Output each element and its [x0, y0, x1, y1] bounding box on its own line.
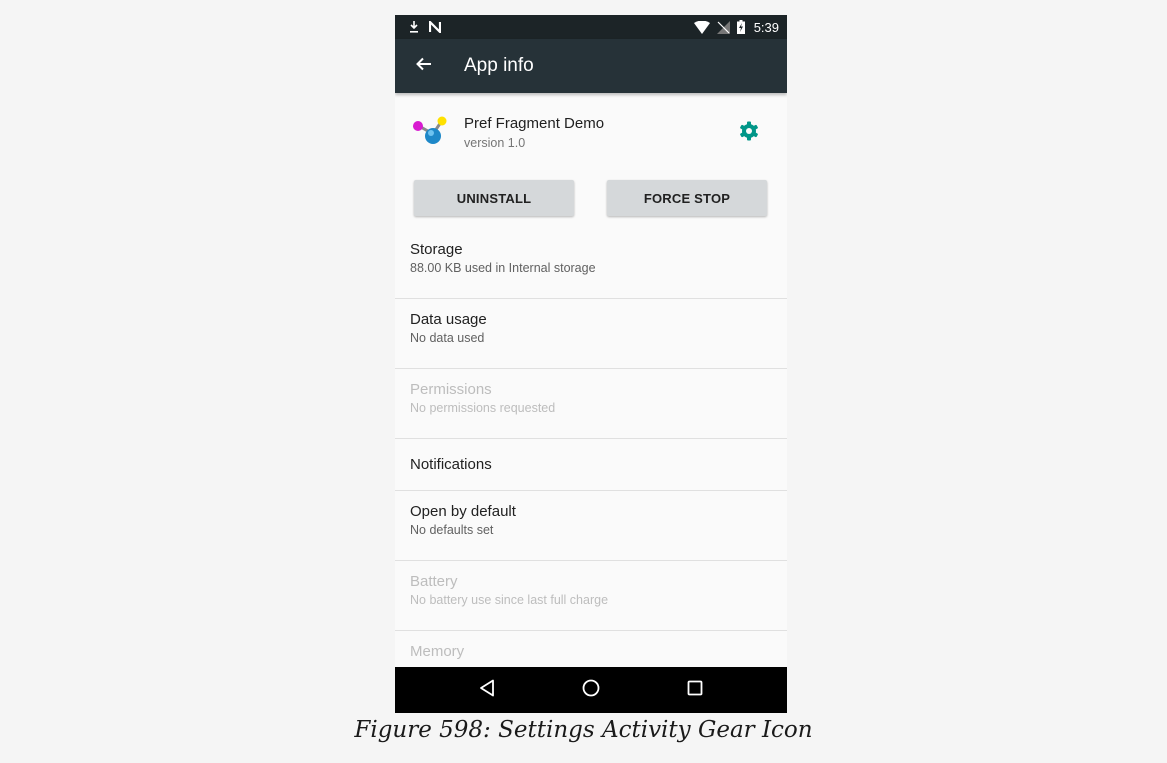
figure-caption: Figure 598: Settings Activity Gear Icon [354, 717, 813, 743]
force-stop-button[interactable]: FORCE STOP [607, 180, 767, 216]
arrow-back-icon [416, 56, 432, 77]
pref-title: Permissions [410, 381, 492, 398]
toolbar-title: App info [464, 55, 534, 76]
pref-open-by-default[interactable]: Open by default No defaults set [395, 491, 787, 561]
pref-title: Data usage [410, 311, 487, 328]
pref-title: Memory [410, 643, 465, 660]
app-header: Pref Fragment Demo version 1.0 [395, 93, 787, 173]
nav-home-button[interactable] [571, 670, 611, 710]
pref-subtitle: No data used [410, 331, 485, 345]
gear-icon [739, 121, 759, 146]
app-name: Pref Fragment Demo [464, 115, 605, 132]
battery-charging-icon [736, 20, 745, 34]
pref-subtitle: No permissions requested [410, 401, 556, 415]
action-buttons: UNINSTALL FORCE STOP [395, 173, 787, 229]
pref-title: Battery [410, 573, 458, 590]
pref-title: Notifications [410, 456, 492, 473]
app-version: version 1.0 [464, 136, 526, 150]
toolbar: App info [395, 39, 787, 93]
pref-memory: Memory [395, 631, 787, 671]
n-icon [429, 21, 441, 33]
home-icon [582, 679, 600, 702]
pref-subtitle: No defaults set [410, 523, 494, 537]
back-button[interactable] [395, 39, 451, 93]
app-texts: Pref Fragment Demo version 1.0 [464, 115, 604, 150]
pref-subtitle: No battery use since last full charge [410, 593, 609, 607]
nav-recents-button[interactable] [675, 670, 715, 710]
pref-title: Storage [410, 241, 463, 258]
recents-icon [687, 680, 703, 701]
pref-data-usage[interactable]: Data usage No data used [395, 299, 787, 369]
pref-notifications[interactable]: Notifications [395, 439, 787, 491]
nav-back-button[interactable] [467, 670, 507, 710]
download-icon [409, 20, 419, 34]
navigation-bar [395, 667, 787, 713]
app-icon [411, 115, 447, 149]
pref-permissions: Permissions No permissions requested [395, 369, 787, 439]
settings-button[interactable] [733, 117, 765, 149]
pref-subtitle: 88.00 KB used in Internal storage [410, 261, 596, 275]
uninstall-button[interactable]: UNINSTALL [414, 180, 574, 216]
wifi-icon [693, 20, 710, 34]
phone-screen: 5:39 App info Pref Fragment Demo version… [395, 15, 787, 713]
clock: 5:39 [753, 19, 779, 35]
pref-title: Open by default [410, 503, 516, 520]
pref-storage[interactable]: Storage 88.00 KB used in Internal storag… [395, 229, 787, 299]
status-bar: 5:39 [395, 15, 787, 39]
back-icon [479, 679, 495, 702]
pref-battery: Battery No battery use since last full c… [395, 561, 787, 631]
no-signal-icon [716, 20, 730, 34]
